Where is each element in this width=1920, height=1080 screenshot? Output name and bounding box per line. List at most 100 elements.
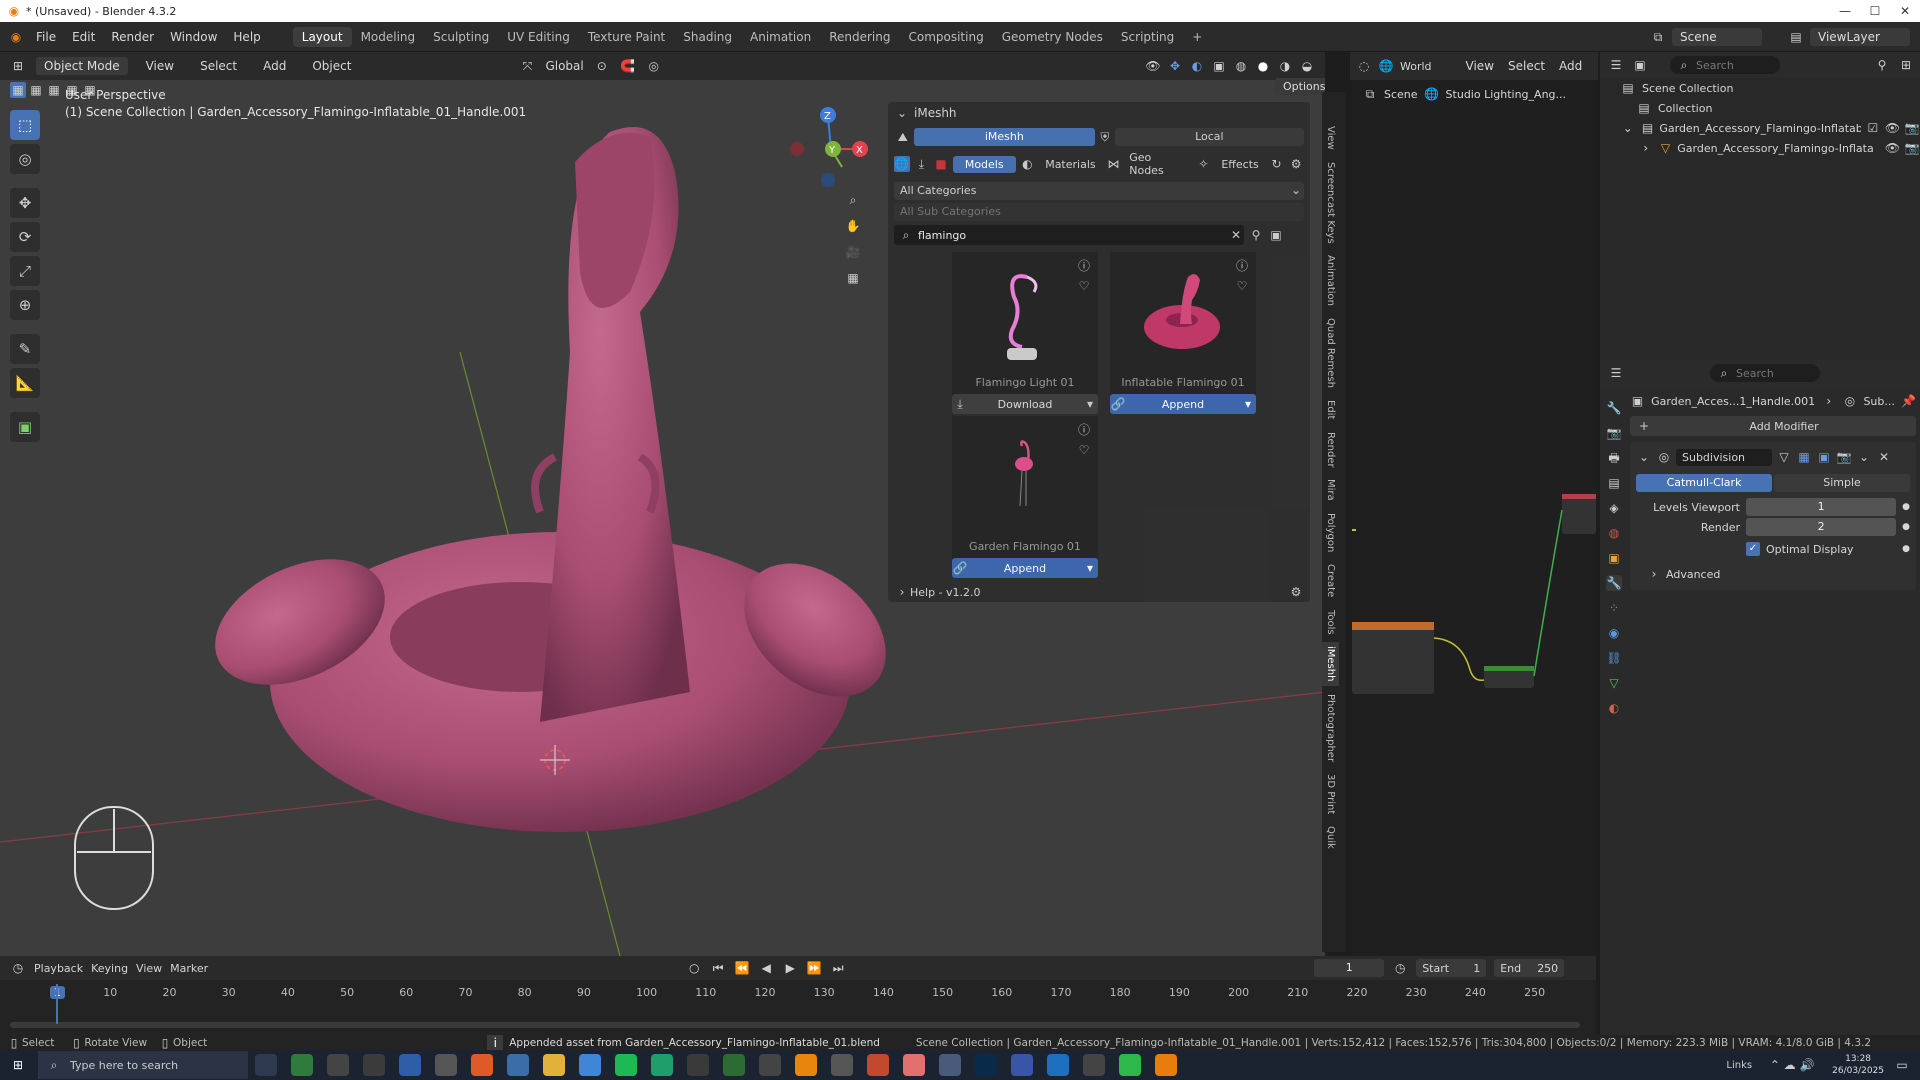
filter-icon[interactable]: ⚲ bbox=[1248, 227, 1264, 243]
asset-card-flamingo-light[interactable]: ⓘ ♡ Flamingo Light 01 ⤓ Download ▾ bbox=[952, 252, 1098, 414]
chevron-right-icon[interactable]: › bbox=[1638, 140, 1654, 156]
move-tool-icon[interactable]: ✥ bbox=[10, 188, 40, 218]
timeline-menu-view[interactable]: View bbox=[136, 962, 162, 975]
workspace-tab-texture-paint[interactable]: Texture Paint bbox=[579, 27, 674, 47]
jump-end-icon[interactable]: ⏭ bbox=[830, 960, 846, 976]
notification-icon[interactable]: ▭ bbox=[1894, 1057, 1910, 1073]
workspace-tab-modeling[interactable]: Modeling bbox=[352, 27, 425, 47]
sidebar-tab-edit[interactable]: Edit bbox=[1322, 396, 1339, 423]
display-mode-icon[interactable]: ▣ bbox=[1268, 227, 1284, 243]
constraints-tab-icon[interactable]: ⛓ bbox=[1606, 650, 1622, 666]
optimal-display-checkbox[interactable]: ✓ bbox=[1746, 542, 1760, 556]
globe-icon[interactable]: 🌐 bbox=[894, 156, 910, 172]
favorite-heart-icon[interactable]: ♡ bbox=[1234, 278, 1250, 294]
outliner-item-flamingo-object[interactable]: Garden_Accessory_Flamingo-Inflata bbox=[1677, 142, 1880, 155]
timeline-ruler[interactable]: 1102030405060708090100110120130140150160… bbox=[0, 980, 1596, 1004]
sidebar-tab-imeshh[interactable]: iMeshh bbox=[1322, 642, 1339, 686]
file-explorer-icon[interactable] bbox=[543, 1054, 565, 1076]
ortho-grid-icon[interactable]: ▦ bbox=[845, 270, 861, 286]
sidebar-tab-create[interactable]: Create bbox=[1322, 560, 1339, 601]
outliner-search[interactable]: ⌕ Search bbox=[1670, 56, 1780, 74]
tab-imeshh[interactable]: iMeshh bbox=[913, 128, 1096, 146]
eye-icon[interactable]: 👁 bbox=[1885, 120, 1901, 136]
render-tab-icon[interactable]: 📷 bbox=[1606, 425, 1622, 441]
jump-start-icon[interactable]: ⏮ bbox=[710, 960, 726, 976]
blender-taskbar-icon[interactable] bbox=[1155, 1054, 1177, 1076]
blender-menu-icon[interactable]: ◉ bbox=[8, 29, 24, 45]
menu-help[interactable]: Help bbox=[225, 30, 268, 44]
app-icon[interactable] bbox=[327, 1054, 349, 1076]
sidebar-tab-photographer[interactable]: Photographer bbox=[1322, 690, 1339, 766]
app-icon[interactable] bbox=[903, 1054, 925, 1076]
keyframe-dot-icon[interactable]: ● bbox=[1902, 544, 1910, 554]
store-icon[interactable] bbox=[399, 1054, 421, 1076]
zoom-icon[interactable]: ⌕ bbox=[845, 192, 861, 208]
new-collection-icon[interactable]: ⊞ bbox=[1898, 57, 1914, 73]
photoshop-icon[interactable] bbox=[975, 1054, 997, 1076]
subtab-materials[interactable]: Materials bbox=[1039, 156, 1101, 173]
download-button[interactable]: ⤓ Download ▾ bbox=[952, 394, 1098, 414]
node-menu-add[interactable]: Add bbox=[1555, 59, 1586, 73]
prev-keyframe-icon[interactable]: ⏪ bbox=[734, 960, 750, 976]
menu-window[interactable]: Window bbox=[162, 30, 225, 44]
modifier-tab-icon[interactable]: 🔧 bbox=[1606, 575, 1622, 591]
timeline-menu-playback[interactable]: Playback bbox=[34, 962, 83, 975]
sidebar-tab-3d-print[interactable]: 3D Print bbox=[1322, 770, 1339, 818]
render-levels-field[interactable]: 2 bbox=[1746, 518, 1897, 536]
info-icon[interactable]: ⓘ bbox=[1076, 258, 1092, 274]
camera-icon[interactable]: 📷 bbox=[1904, 120, 1920, 136]
dropdown-arrow-icon[interactable]: ▾ bbox=[1240, 396, 1256, 412]
levels-viewport-field[interactable]: 1 bbox=[1746, 498, 1897, 516]
taskbar-search[interactable]: ⌕ Type here to search bbox=[38, 1051, 248, 1079]
modifier-dropdown-icon[interactable]: ⌄ bbox=[1856, 449, 1872, 465]
workspace-tab-layout[interactable]: Layout bbox=[292, 26, 352, 47]
scene-tab-icon[interactable]: ◈ bbox=[1606, 500, 1622, 516]
vscode-icon[interactable] bbox=[1047, 1054, 1069, 1076]
menu-render[interactable]: Render bbox=[103, 30, 162, 44]
asset-card-garden-flamingo[interactable]: ⓘ ♡ Garden Flamingo 01 🔗 Append ▾ bbox=[952, 416, 1098, 578]
add-workspace-button[interactable]: + bbox=[1183, 27, 1211, 47]
expand-chevron-icon[interactable]: › bbox=[894, 584, 910, 600]
dropdown-arrow-icon[interactable]: ▾ bbox=[1082, 396, 1098, 412]
timeline-type-icon[interactable]: ◷ bbox=[10, 960, 26, 976]
spreadsheet-icon[interactable] bbox=[507, 1054, 529, 1076]
pan-hand-icon[interactable]: ✋ bbox=[845, 218, 861, 234]
catmull-clark-toggle[interactable]: Catmull-Clark bbox=[1636, 474, 1772, 492]
chevron-down-icon[interactable]: ⌄ bbox=[1636, 449, 1652, 465]
sidebar-tab-animation[interactable]: Animation bbox=[1322, 251, 1339, 310]
sidebar-tab-quad-remesh[interactable]: Quad Remesh bbox=[1322, 314, 1339, 392]
chevron-down-icon[interactable]: ⌄ bbox=[1620, 120, 1636, 136]
modifier-name[interactable]: Subdivision bbox=[1676, 448, 1772, 466]
timeline-menu-keying[interactable]: Keying bbox=[91, 962, 128, 975]
advanced-section[interactable]: Advanced bbox=[1666, 568, 1720, 581]
workspace-tab-sculpting[interactable]: Sculpting bbox=[424, 27, 498, 47]
view-layer-selector[interactable]: ViewLayer bbox=[1810, 27, 1910, 46]
checkbox-icon[interactable]: ☑ bbox=[1865, 120, 1881, 136]
measure-tool-icon[interactable]: 📐 bbox=[10, 368, 40, 398]
brave-icon[interactable] bbox=[471, 1054, 493, 1076]
play-reverse-icon[interactable]: ◀ bbox=[758, 960, 774, 976]
annotate-tool-icon[interactable]: ✎ bbox=[10, 334, 40, 364]
settings-gear-icon[interactable]: ⚙ bbox=[1288, 584, 1304, 600]
node-editor-type-icon[interactable]: ◌ bbox=[1356, 58, 1372, 74]
simple-toggle[interactable]: Simple bbox=[1774, 474, 1910, 492]
node-menu-view[interactable]: View bbox=[1462, 59, 1498, 73]
sidebar-tab-view[interactable]: View bbox=[1322, 122, 1339, 154]
taskbar-clock[interactable]: 13:28 26/03/2025 bbox=[1832, 1053, 1884, 1077]
timeline[interactable]: ◷ Playback Keying View Marker ○ ⏮ ⏪ ◀ ▶ … bbox=[0, 956, 1596, 1035]
app-icon[interactable] bbox=[1011, 1054, 1033, 1076]
append-button[interactable]: 🔗 Append ▾ bbox=[952, 558, 1098, 578]
links-label[interactable]: Links bbox=[1726, 1060, 1752, 1071]
render-toggle-icon[interactable]: 📷 bbox=[1836, 449, 1852, 465]
world-tab-icon[interactable]: ◍ bbox=[1606, 525, 1622, 541]
calculator-icon[interactable] bbox=[363, 1054, 385, 1076]
end-frame-field[interactable]: End 250 bbox=[1494, 959, 1565, 977]
menu-edit[interactable]: Edit bbox=[64, 30, 103, 44]
app-icon[interactable] bbox=[867, 1054, 889, 1076]
app-icon[interactable] bbox=[831, 1054, 853, 1076]
sidebar-tab-mira[interactable]: Mira bbox=[1322, 475, 1339, 505]
browser-icon[interactable] bbox=[579, 1054, 601, 1076]
davinci-icon[interactable] bbox=[687, 1054, 709, 1076]
workspace-tab-scripting[interactable]: Scripting bbox=[1112, 27, 1183, 47]
workspace-tab-geometry-nodes[interactable]: Geometry Nodes bbox=[993, 27, 1112, 47]
